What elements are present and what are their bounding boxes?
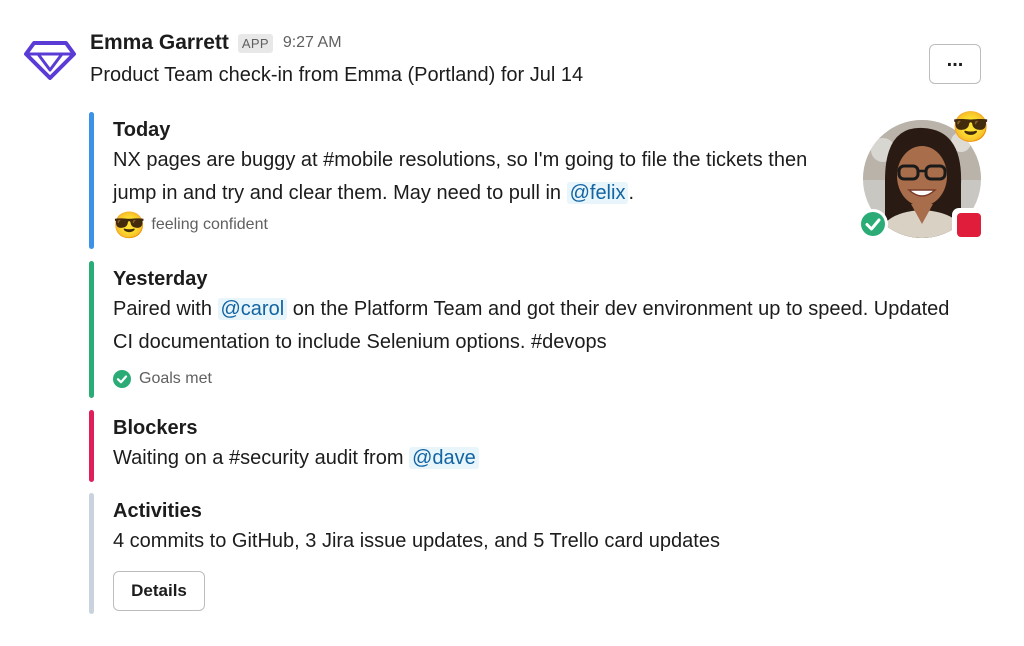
blockers-accent-bar (89, 410, 94, 482)
mention-dave[interactable]: @dave (409, 447, 479, 469)
section-yesterday: Yesterday Paired with @carol on the Plat… (89, 261, 959, 398)
today-text-main: NX pages are buggy at #mobile resolution… (113, 149, 808, 204)
activities-accent-bar (89, 493, 94, 614)
section-blockers: Blockers Waiting on a #security audit fr… (89, 410, 959, 482)
sunglasses-emoji-icon: 😎 (113, 210, 146, 240)
more-actions-button[interactable]: ... (929, 44, 981, 84)
yesterday-title: Yesterday (113, 268, 208, 290)
activities-title: Activities (113, 500, 202, 522)
avatar-sunglasses-emoji-icon: 😎 (952, 111, 990, 144)
diamond-logo-icon (24, 41, 76, 80)
app-badge: APP (237, 33, 273, 53)
yesterday-text: Paired with @carol on the Platform Team … (113, 293, 959, 359)
mention-felix[interactable]: @felix (566, 182, 629, 204)
author-name[interactable]: Emma Garrett (90, 31, 229, 55)
message-subtitle: Product Team check-in from Emma (Portlan… (90, 64, 584, 86)
goals-check-icon (113, 370, 131, 388)
blockers-title: Blockers (113, 417, 198, 439)
today-title: Today (113, 119, 171, 141)
blockers-text: Waiting on a #security audit from @dave (113, 442, 959, 475)
message-header: Emma Garrett APP 9:27 AM (90, 31, 342, 55)
mood-text: feeling confident (151, 216, 268, 233)
yesterday-accent-bar (89, 261, 94, 398)
mention-carol[interactable]: @carol (217, 298, 288, 320)
status-stop-icon (952, 208, 986, 242)
today-accent-bar (89, 112, 94, 249)
user-avatar-group[interactable]: 😎 (858, 111, 990, 244)
section-today: Today NX pages are buggy at #mobile reso… (89, 112, 834, 249)
today-text-end: . (628, 182, 635, 204)
activities-text: 4 commits to GitHub, 3 Jira issue update… (113, 530, 720, 552)
details-button[interactable]: Details (113, 571, 205, 611)
yesterday-text-main: Paired with (113, 298, 218, 320)
goals-text: Goals met (139, 370, 212, 387)
goals-status: Goals met (113, 370, 959, 388)
presence-check-icon (858, 209, 888, 239)
section-activities: Activities 4 commits to GitHub, 3 Jira i… (89, 493, 959, 614)
mood-status: 😎 feeling confident (113, 212, 834, 238)
blockers-text-main: Waiting on a #security audit from (113, 447, 410, 469)
message-timestamp[interactable]: 9:27 AM (283, 34, 342, 52)
today-text: NX pages are buggy at #mobile resolution… (113, 144, 834, 210)
